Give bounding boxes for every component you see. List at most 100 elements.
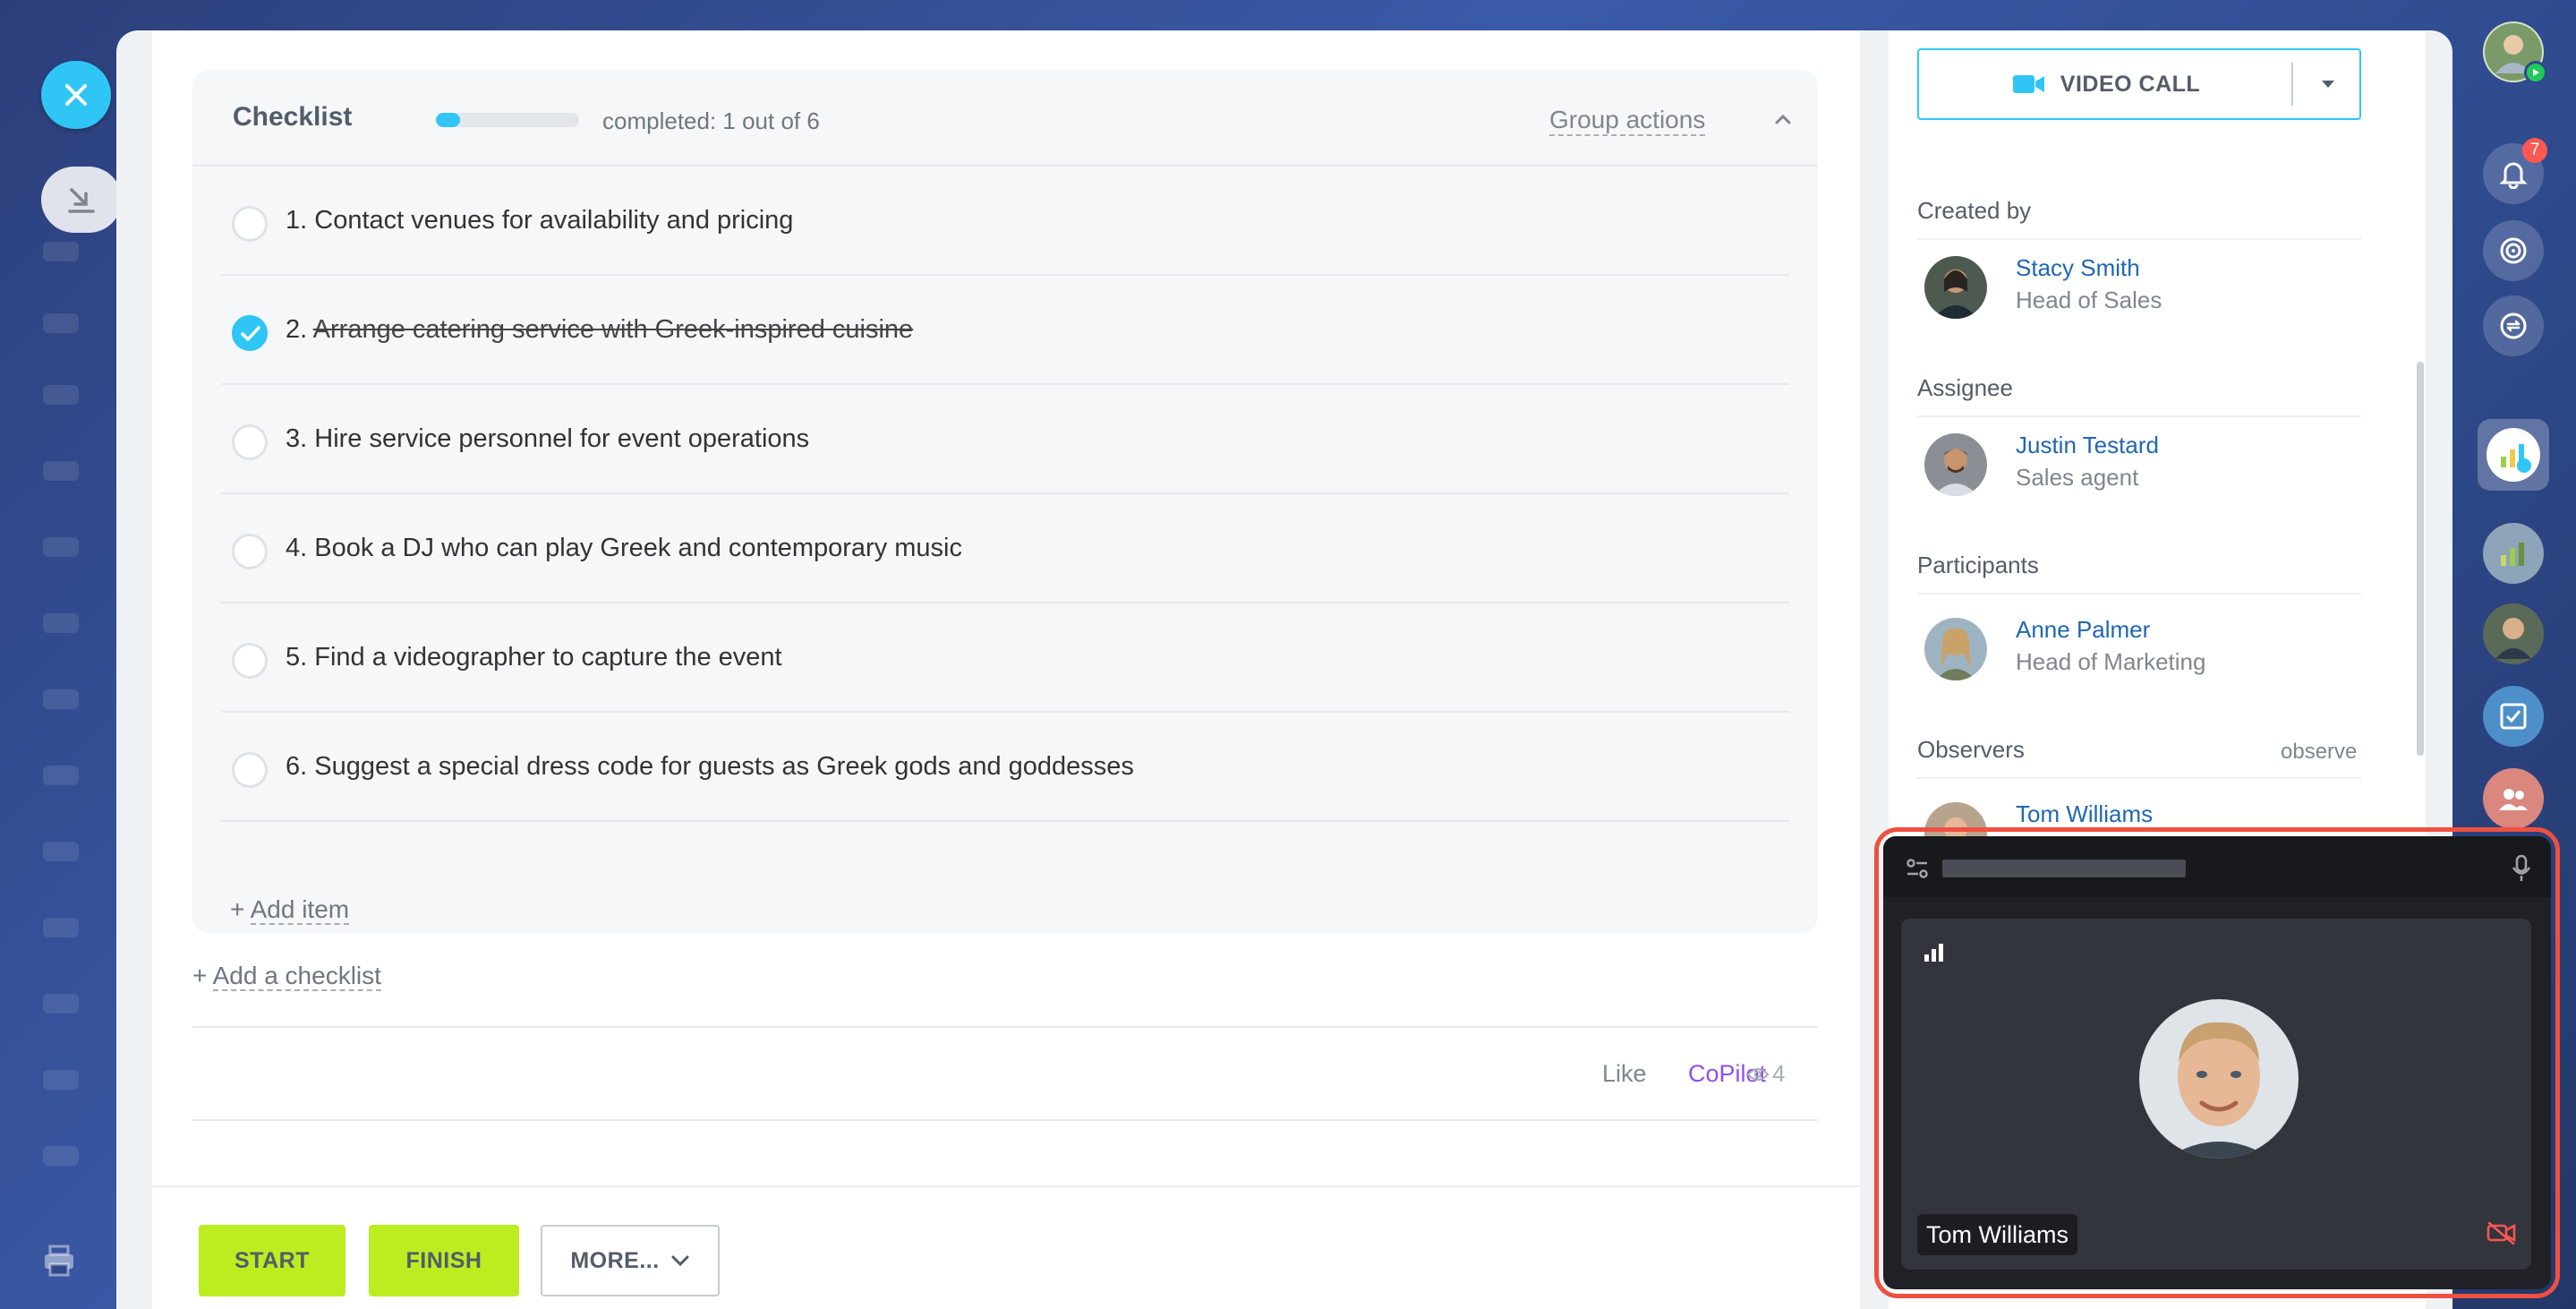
activity-button[interactable] <box>2483 220 2544 281</box>
checklist-item-number: 1. <box>286 206 308 235</box>
video-camera-icon <box>2012 75 2044 93</box>
checkbox-checked-icon[interactable] <box>232 315 268 351</box>
rail-menu-item[interactable] <box>43 461 79 481</box>
divider <box>1917 238 2361 240</box>
checklist-item-text: 1. Contact venues for availability and p… <box>286 206 793 235</box>
chevron-up-icon[interactable] <box>1770 106 1796 133</box>
observers-title: Observers <box>1917 736 2025 763</box>
checklist-item-label: Suggest a special dress code for guests … <box>314 752 1134 781</box>
call-topbar <box>1883 836 2551 897</box>
more-button[interactable]: MORE... <box>541 1225 720 1296</box>
checklist-block: Checklist completed: 1 out of 6 Group ac… <box>192 70 1818 933</box>
divider <box>1917 593 2361 595</box>
checklist-item[interactable]: 6. Suggest a special dress code for gues… <box>221 713 1789 822</box>
rail-menu-item[interactable] <box>43 242 79 261</box>
checkbox-empty-icon[interactable] <box>232 206 268 242</box>
target-icon <box>2500 237 2527 264</box>
assignee-title: Assignee <box>1917 374 2013 401</box>
checklist-item[interactable]: 1. Contact venues for availability and p… <box>221 167 1789 276</box>
video-call-dropdown[interactable] <box>2295 50 2361 118</box>
avatar[interactable] <box>1924 433 1987 496</box>
add-checklist-link[interactable]: + Add a checklist <box>192 962 381 991</box>
checkbox-empty-icon[interactable] <box>232 752 268 788</box>
start-button[interactable]: START <box>199 1225 345 1296</box>
checklist-title: Checklist <box>233 102 353 132</box>
sidebar-scrollbar[interactable] <box>2417 362 2424 756</box>
more-button-label: MORE... <box>570 1247 660 1273</box>
rail-menu-item[interactable] <box>43 385 79 405</box>
person-role: Sales agent <box>2016 464 2139 491</box>
checklist-item-number: 5. <box>286 643 308 672</box>
checklist-item[interactable]: 2. Arrange catering service with Greek-i… <box>221 276 1789 385</box>
person-name-link[interactable]: Tom Williams <box>2016 800 2153 828</box>
chevron-down-icon <box>671 1255 689 1267</box>
person-role: Head of Sales <box>2016 287 2162 313</box>
checkbox-empty-icon[interactable] <box>232 643 268 679</box>
checklist-completed-text: completed: 1 out of 6 <box>602 107 820 134</box>
checklist-item-number: 6. <box>286 752 308 781</box>
rail-menu-item[interactable] <box>43 842 79 861</box>
checklist-item-label: Contact venues for availability and pric… <box>314 206 794 235</box>
recent-task-chat[interactable] <box>2478 419 2549 491</box>
notifications-button[interactable]: 7 <box>2483 138 2547 204</box>
camera-off-icon <box>2486 1221 2517 1249</box>
task-footer: START FINISH MORE... <box>152 1185 1860 1309</box>
rail-menu-item[interactable] <box>43 994 79 1014</box>
avatar[interactable] <box>1924 618 1987 680</box>
group-actions-link[interactable]: Group actions <box>1549 106 1706 136</box>
task-main-column: Checklist completed: 1 out of 6 Group ac… <box>152 30 1860 1309</box>
tasks-button[interactable] <box>2483 686 2544 747</box>
video-call-button[interactable]: VIDEO CALL <box>1917 48 2361 120</box>
checklist-header: Checklist completed: 1 out of 6 Group ac… <box>192 70 1818 167</box>
checklist-item-label: Book a DJ who can play Greek and contemp… <box>314 534 962 562</box>
rail-menu-item[interactable] <box>43 766 79 785</box>
eye-icon <box>1747 1067 1769 1081</box>
checklist-item-text: 3. Hire service personnel for event oper… <box>286 424 809 454</box>
rail-menu-item[interactable] <box>43 313 79 333</box>
rail-menu-item[interactable] <box>43 613 79 633</box>
microphone-icon[interactable] <box>2510 854 2533 887</box>
print-icon[interactable] <box>41 1243 77 1279</box>
like-link[interactable]: Like <box>1602 1060 1647 1088</box>
rail-menu-item[interactable] <box>43 1070 79 1090</box>
add-item-link[interactable]: + Add item <box>230 895 350 925</box>
group-chat-button[interactable] <box>2483 768 2544 829</box>
video-call-panel: Tom Williams <box>1883 836 2551 1289</box>
minimize-slider-button[interactable] <box>41 167 122 233</box>
rail-menu-item[interactable] <box>43 689 79 709</box>
divider <box>1917 415 2361 417</box>
divider <box>2291 63 2293 106</box>
avatar[interactable] <box>1924 256 1987 319</box>
rail-menu-item[interactable] <box>43 1146 79 1166</box>
chat-button[interactable] <box>2483 295 2544 356</box>
plus-icon: + <box>192 962 208 989</box>
checklist-item-text: 2. Arrange catering service with Greek-i… <box>286 315 913 345</box>
checklist-item[interactable]: 4. Book a DJ who can play Greek and cont… <box>221 494 1789 603</box>
user-avatar[interactable] <box>2483 21 2547 84</box>
checkbox-empty-icon[interactable] <box>232 534 268 569</box>
finish-button[interactable]: FINISH <box>369 1225 519 1296</box>
person-name-link[interactable]: Anne Palmer <box>2016 616 2150 644</box>
checklist-item[interactable]: 3. Hire service personnel for event oper… <box>221 385 1789 494</box>
video-call-label: VIDEO CALL <box>2060 71 2201 97</box>
checklist-item-number: 4. <box>286 534 308 562</box>
recent-chat-2[interactable] <box>2483 523 2544 584</box>
chart-icon <box>2501 543 2524 566</box>
close-slider-button[interactable] <box>41 61 111 129</box>
close-icon <box>65 84 87 106</box>
video-call-main[interactable]: VIDEO CALL <box>1919 50 2293 118</box>
recent-chat-3[interactable] <box>2483 603 2544 664</box>
person-name-link[interactable]: Justin Testard <box>2016 432 2159 459</box>
checkbox-empty-icon[interactable] <box>232 424 268 460</box>
observe-link[interactable]: observe <box>2281 740 2357 765</box>
divider <box>1917 777 2361 779</box>
participant-person: Anne Palmer Head of Marketing <box>1924 614 2354 686</box>
checklist-item-label: Arrange catering service with Greek-insp… <box>312 315 914 344</box>
checklist-item[interactable]: 5. Find a videographer to capture the ev… <box>221 603 1789 713</box>
rail-menu-item[interactable] <box>43 537 79 557</box>
plus-icon: + <box>230 895 245 923</box>
person-name-link[interactable]: Stacy Smith <box>2016 254 2140 282</box>
settings-icon[interactable] <box>1905 856 1930 886</box>
rail-menu-item[interactable] <box>43 918 79 937</box>
created-by-person: Stacy Smith Head of Sales <box>1924 252 2354 324</box>
